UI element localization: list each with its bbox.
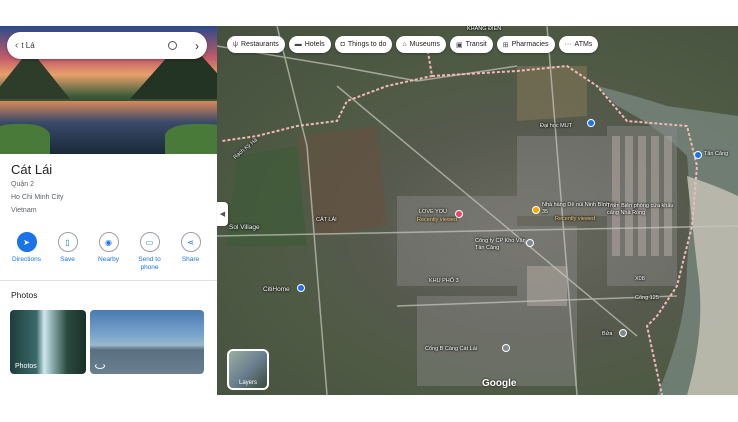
chip-label: Transit (465, 41, 487, 48)
place-pin-icon[interactable] (502, 344, 510, 352)
map-label[interactable]: Sol Village (229, 224, 260, 231)
chip-hotels[interactable]: ▬ Hotels (288, 36, 331, 53)
directions-button[interactable]: ➤ Directions (8, 232, 46, 277)
back-arrow-icon[interactable]: ‹ (15, 40, 18, 51)
action-bar: ➤ Directions ▯ Save ◉ Nearby ▭ Send to p… (0, 232, 217, 277)
chip-label: Restaurants (241, 41, 279, 48)
nearby-button[interactable]: ◉ Nearby (90, 232, 128, 277)
atm-icon: ··· (564, 41, 572, 48)
place-pin-icon[interactable] (619, 329, 627, 337)
map-label[interactable]: Tân Cảng (704, 151, 728, 157)
phone-icon: ▭ (139, 232, 160, 252)
send-to-phone-label: Send to phone (138, 256, 161, 271)
map-label[interactable]: LOVE YOU (419, 209, 447, 215)
google-logo: Google (482, 378, 517, 389)
satellite-map[interactable]: ψ Restaurants ▬ Hotels ◘ Things to do ⌂ Muse… (217, 26, 738, 395)
photo-tile[interactable]: Photos (10, 310, 86, 374)
nearby-icon: ◉ (98, 232, 119, 252)
map-sublabel: Recently viewed (417, 217, 458, 223)
address-line: Vietnam (11, 207, 37, 214)
camera-icon: ◘ (340, 41, 345, 48)
search-input[interactable]: t Lá (21, 41, 168, 50)
place-title: Cát Lái (11, 162, 53, 177)
place-pin-icon[interactable] (526, 239, 534, 247)
restaurant-pin-icon[interactable] (532, 206, 540, 214)
chip-pharmacies[interactable]: ⊞ Pharmacies (496, 36, 555, 53)
pharmacy-icon: ⊞ (502, 41, 509, 49)
map-label[interactable]: Bửa (602, 331, 612, 337)
send-to-phone-button[interactable]: ▭ Send to phone (131, 232, 169, 277)
museum-icon: ⌂ (402, 41, 407, 48)
grass-shape (0, 124, 50, 154)
map-label[interactable]: KHANG ĐIỀN (467, 26, 501, 32)
photo-tile-360[interactable] (90, 310, 204, 374)
chip-label: Museums (409, 41, 440, 48)
photos-heading: Photos (11, 290, 38, 300)
map-label[interactable]: Đại học MUT (540, 123, 572, 129)
maps-app: ‹ t Lá › Cát Lái Quận 2 Ho Chi Minh City… (0, 26, 738, 395)
save-label: Save (60, 256, 75, 263)
layers-button[interactable]: Layers (227, 349, 269, 390)
map-label[interactable]: Cổng B Cảng Cát Lái (425, 346, 477, 352)
hotel-pin-icon[interactable] (297, 284, 305, 292)
directions-icon: ➤ (16, 232, 37, 252)
map-label[interactable]: Cổng 125 (635, 295, 659, 301)
collapse-panel-button[interactable]: ◀ (217, 202, 228, 226)
map-sublabel: Recently viewed (555, 216, 596, 222)
chip-restaurants[interactable]: ψ Restaurants (227, 36, 285, 53)
chip-transit[interactable]: ▣ Transit (449, 36, 493, 53)
map-label[interactable]: CitiHome (263, 286, 290, 293)
chip-label: Hotels (304, 41, 325, 48)
share-label: Share (181, 256, 200, 263)
chip-label: ATMs (574, 41, 593, 48)
directions-label: Directions (12, 256, 41, 263)
share-icon: ⋖ (180, 232, 201, 252)
map-label[interactable]: X08 (635, 276, 645, 282)
chip-label: Things to do (347, 41, 387, 48)
address-line: Ho Chi Minh City (11, 194, 64, 201)
chip-things-to-do[interactable]: ◘ Things to do (334, 36, 393, 53)
panorama-icon (95, 363, 105, 369)
search-box[interactable]: ‹ t Lá › (7, 32, 207, 59)
map-label[interactable]: Trạm Biên phòng cửa khẩu cảng Nhà Rồng (607, 203, 685, 217)
bed-icon: ▬ (294, 41, 302, 48)
train-icon: ▣ (455, 41, 463, 49)
place-pin-icon[interactable] (694, 151, 702, 159)
layers-label: Layers (238, 380, 257, 386)
fork-knife-icon: ψ (233, 41, 238, 48)
chip-museums[interactable]: ⌂ Museums (396, 36, 446, 53)
save-button[interactable]: ▯ Save (49, 232, 87, 277)
place-panel: ‹ t Lá › Cát Lái Quận 2 Ho Chi Minh City… (0, 26, 217, 395)
school-pin-icon[interactable] (587, 119, 595, 127)
category-chips: ψ Restaurants ▬ Hotels ◘ Things to do ⌂ Muse… (227, 36, 599, 53)
chip-atms[interactable]: ··· ATMs (558, 36, 599, 53)
map-label: CÁT LÁI (316, 217, 337, 223)
directions-chevron-icon[interactable]: › (195, 39, 199, 53)
nearby-label: Nearby (98, 256, 119, 263)
bookmark-icon: ▯ (57, 232, 78, 252)
address-line: Quận 2 (11, 181, 34, 188)
search-icon[interactable] (168, 41, 177, 50)
grass-shape (165, 124, 217, 154)
chip-label: Pharmacies (511, 41, 549, 48)
share-button[interactable]: ⋖ Share (172, 232, 210, 277)
divider (0, 280, 217, 281)
map-label: KHU PHỐ 3 (429, 278, 459, 284)
photo-caption: Photos (15, 363, 37, 370)
